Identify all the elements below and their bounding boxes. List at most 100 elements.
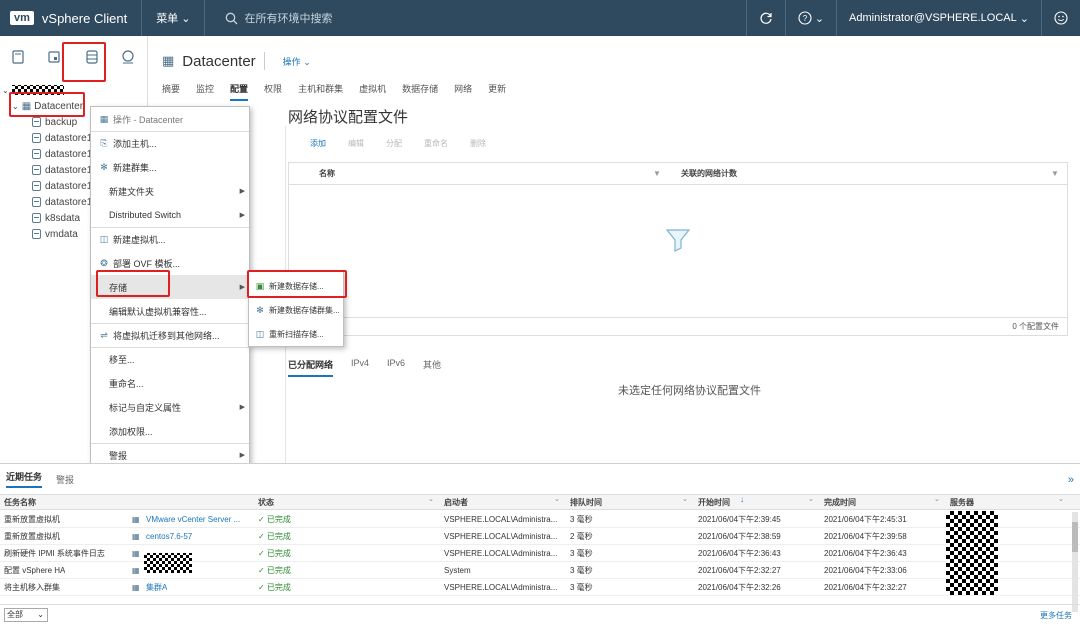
context-menu-item-1[interactable]: ✻ 新建群集... <box>91 155 249 179</box>
cluster-icon: ✻ <box>100 161 108 172</box>
collapse-icon[interactable]: » <box>1068 474 1074 486</box>
context-menu-item-12[interactable]: 添加权限... <box>91 419 249 443</box>
networking-icon[interactable] <box>118 46 138 68</box>
context-menu-item-2[interactable]: 新建文件夹 ▶ <box>91 179 249 203</box>
tasks-row[interactable]: 重新放置虚拟机 VMware vCenter Server ... ▦ ✓ 已完成 VS… <box>0 511 1080 528</box>
task-filter-value: 全部 <box>7 610 23 619</box>
tab-1[interactable]: 监控 <box>196 82 214 101</box>
search-input[interactable]: 在所有环境中搜索 <box>244 10 332 26</box>
task-cell-3: VSPHERE.LOCAL\Administra... <box>444 583 558 592</box>
toolbar-button-3[interactable]: 重命名 <box>424 138 448 149</box>
detail-tab-1[interactable]: IPv4 <box>351 358 369 377</box>
add-host-icon: ⎘ <box>100 137 108 148</box>
menu-divider <box>91 323 249 324</box>
tasks-col-7[interactable]: 服务器 <box>950 495 974 511</box>
tab-8[interactable]: 更新 <box>488 82 506 101</box>
tasks-col-2[interactable]: 状态 <box>258 495 274 511</box>
tab-2[interactable]: 配置 <box>230 82 249 101</box>
datacenter-icon: ▦ <box>99 113 109 124</box>
storage-submenu-item-2[interactable]: ◫ 重新扫描存储... <box>249 322 343 346</box>
toolbar-button-1[interactable]: 编辑 <box>348 138 364 149</box>
context-menu-item-4[interactable]: ◫ 新建虚拟机... <box>91 227 249 251</box>
chevron-down-icon[interactable]: ⌄ <box>428 495 434 503</box>
user-menu[interactable]: Administrator@VSPHERE.LOCAL ⌄ <box>836 0 1041 36</box>
datastore-icon <box>32 149 41 159</box>
main-content: ▦ Datacenter 操作 ⌄ 摘要 监控 配置 权限 主机和群集 虚拟机 数据存储 网络… <box>148 36 1080 496</box>
refresh-button[interactable] <box>745 0 785 36</box>
tasks-col-3[interactable]: 启动者 <box>444 495 468 511</box>
context-menu-label: 添加权限... <box>109 426 153 437</box>
context-menu-label: 添加主机... <box>113 138 157 149</box>
context-menu-item-9[interactable]: 移至... <box>91 347 249 371</box>
tasks-col-6[interactable]: 完成时间 <box>824 495 856 511</box>
tasks-row[interactable]: 将主机移入群集 集群A ▦ ✓ 已完成 VSPHERE.LOCAL\Administra… <box>0 579 1080 596</box>
menu-divider <box>91 347 249 348</box>
target-icon: ▦ <box>132 549 140 558</box>
task-cell-6: 2021/06/04下午2:32:27 <box>824 583 907 592</box>
task-cell-4: 3 毫秒 <box>570 515 593 524</box>
chevron-down-icon[interactable]: ⌄ <box>808 495 814 503</box>
help-button[interactable]: ? ⌄ <box>784 0 836 36</box>
vms-templates-icon[interactable] <box>44 46 64 68</box>
chevron-down-icon: ⌄ <box>181 13 191 25</box>
context-menu-item-8[interactable]: ⇌ 将虚拟机迁移到其他网络... <box>91 323 249 347</box>
context-menu-item-0[interactable]: ⎘ 添加主机... <box>91 131 249 155</box>
header-divider <box>263 52 265 70</box>
context-menu-item-11[interactable]: 标记与自定义属性 ▶ <box>91 395 249 419</box>
hosts-clusters-icon[interactable] <box>8 46 28 68</box>
tasks-col-4[interactable]: 排队时间 <box>570 495 602 511</box>
menu-divider <box>91 227 249 228</box>
tasks-col-5[interactable]: 开始时间 <box>698 495 730 511</box>
tab-5[interactable]: 虚拟机 <box>359 82 386 101</box>
toolbar-button-2[interactable]: 分配 <box>386 138 402 149</box>
rescan-storage-icon: ◫ <box>255 328 265 339</box>
detail-tab-3[interactable]: 其他 <box>423 358 441 377</box>
col-name[interactable]: 名称 <box>319 168 335 179</box>
filter-icon[interactable]: ▼ <box>653 169 661 178</box>
context-menu-item-10[interactable]: 重命名... <box>91 371 249 395</box>
tasks-row[interactable]: 重新放置虚拟机 centos7.6-57 ▦ ✓ 已完成 VSPHERE.LOCAL\A… <box>0 528 1080 545</box>
tab-6[interactable]: 数据存储 <box>402 82 438 101</box>
chevron-down-icon[interactable]: ⌄ <box>934 495 940 503</box>
help-icon: ? <box>798 11 812 25</box>
target-icon: ▦ <box>132 583 140 592</box>
tasks-tab-1[interactable]: 警报 <box>56 473 74 486</box>
menu-button[interactable]: 菜单 ⌄ <box>156 10 190 26</box>
tab-0[interactable]: 摘要 <box>162 82 180 101</box>
filter-icon[interactable]: ▼ <box>1051 169 1059 178</box>
tasks-tab-0[interactable]: 近期任务 <box>6 470 43 488</box>
more-tasks-link[interactable]: 更多任务 <box>1040 610 1072 621</box>
task-cell-2: ✓ 已完成 <box>258 549 291 558</box>
scroll-thumb[interactable] <box>1072 522 1078 552</box>
global-search[interactable]: 在所有环境中搜索 <box>225 10 332 26</box>
tab-4[interactable]: 主机和群集 <box>298 82 343 101</box>
task-cell-5: 2021/06/04下午2:38:59 <box>698 532 781 541</box>
chevron-down-icon[interactable]: ⌄ <box>554 495 560 503</box>
context-menu-item-3[interactable]: Distributed Switch ▶ <box>91 203 249 227</box>
tab-7[interactable]: 网络 <box>454 82 472 101</box>
toolbar-button-0[interactable]: 添加 <box>310 138 326 149</box>
toolbar-button-4[interactable]: 删除 <box>470 138 486 149</box>
detail-tab-0[interactable]: 已分配网络 <box>288 358 334 377</box>
tab-3[interactable]: 权限 <box>264 82 282 101</box>
app-title[interactable]: vSphere Client <box>42 11 127 26</box>
task-cell-2: ✓ 已完成 <box>258 515 291 524</box>
feedback-button[interactable] <box>1041 0 1080 36</box>
context-menu-header: ▦ 操作 - Datacenter <box>91 107 249 131</box>
actions-menu[interactable]: 操作 ⌄ <box>283 55 311 68</box>
tasks-scrollbar[interactable] <box>1072 512 1078 612</box>
col-assoc-count[interactable]: 关联的网络计数 <box>681 168 737 179</box>
tasks-tabs: 近期任务 警报 <box>0 464 74 494</box>
chevron-down-icon[interactable]: ⌄ <box>1058 495 1064 503</box>
detail-tab-2[interactable]: IPv6 <box>387 358 405 377</box>
context-menu-item-7[interactable]: 编辑默认虚拟机兼容性... <box>91 299 249 323</box>
task-filter-select[interactable]: 全部 ⌄ <box>4 608 48 622</box>
storage-submenu-item-1[interactable]: ✻ 新建数据存储群集... <box>249 298 343 322</box>
tasks-col-0[interactable]: 任务名称 <box>4 495 36 511</box>
task-cell-6: 2021/06/04下午2:33:06 <box>824 566 907 575</box>
datastore-label: datastore1 <box>45 164 93 176</box>
vm-logo: vm <box>10 11 34 25</box>
smiley-icon <box>1054 11 1068 25</box>
chevron-down-icon[interactable]: ⌄ <box>682 495 688 503</box>
task-cell-1: 集群A <box>146 583 168 592</box>
